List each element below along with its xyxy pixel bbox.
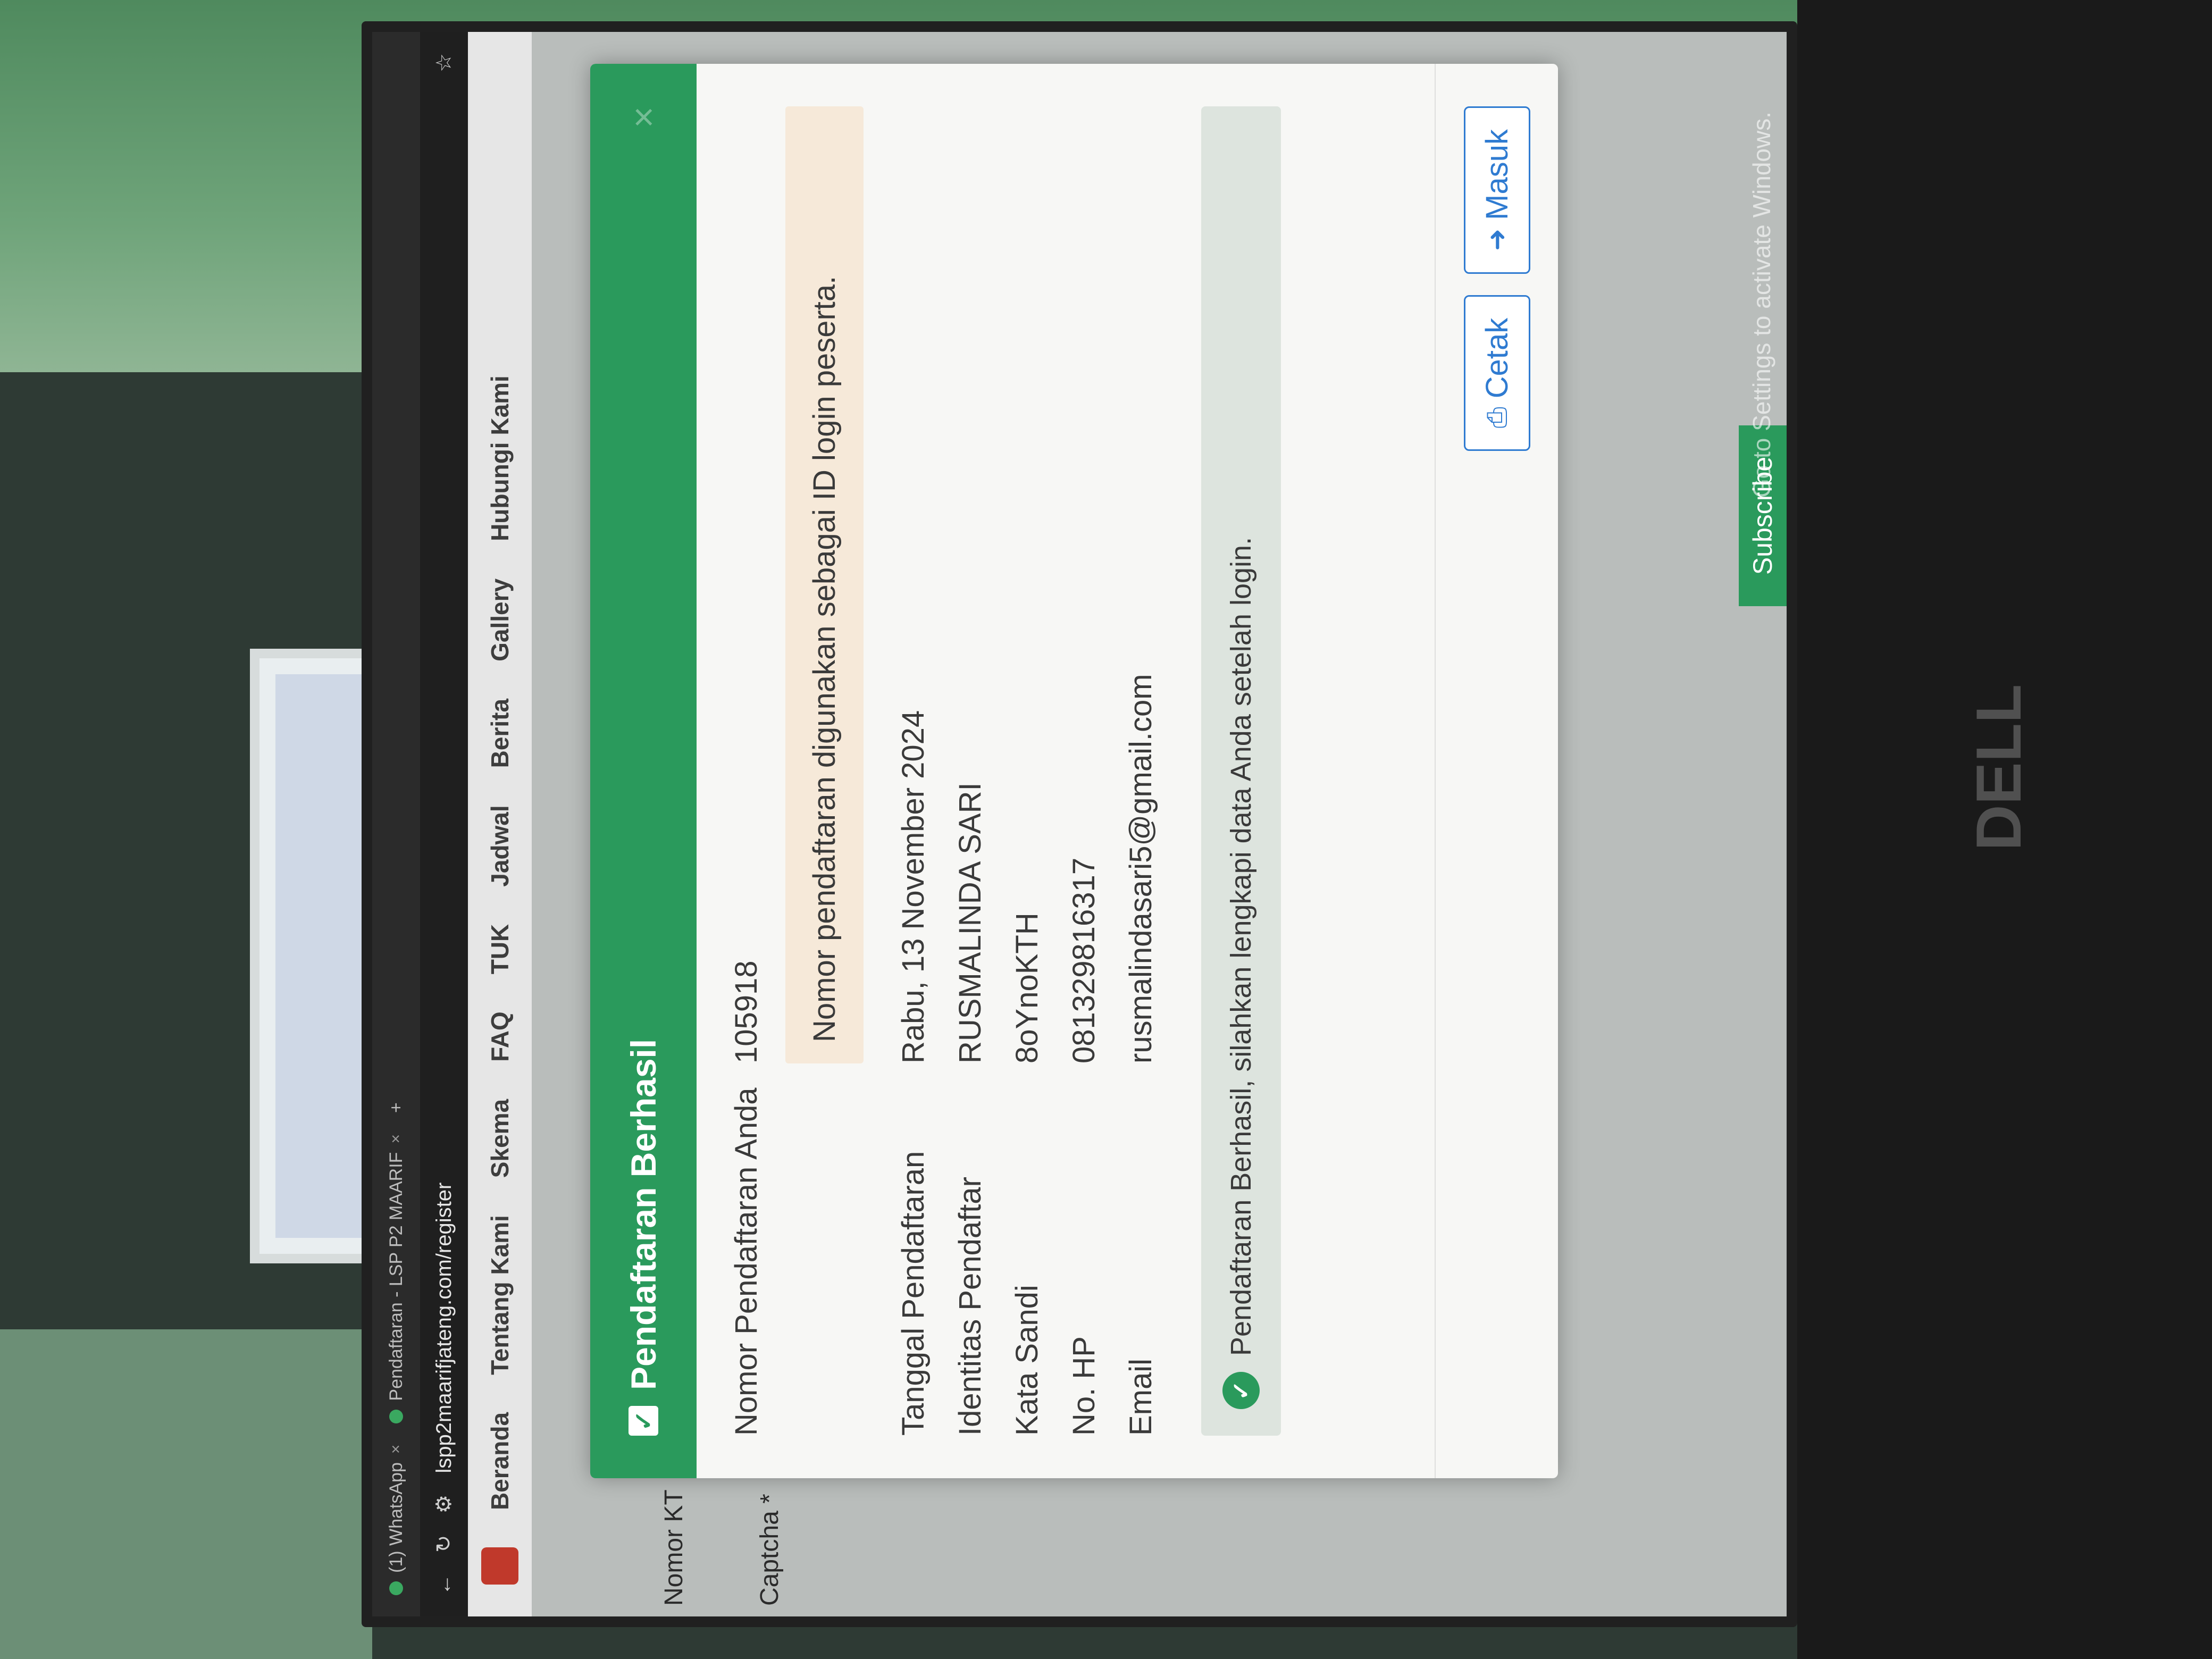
background-sill [0,1329,372,1659]
registration-success-modal: ✓ Pendaftaran Berhasil × Nomor Pendaftar… [590,64,1558,1478]
browser-screen: (1) WhatsApp × Pendaftaran - LSP P2 MAAR… [372,32,1787,1616]
row-value: 081329816317 [1067,857,1101,1063]
monitor-brand-logo: DELL [1963,684,2034,851]
nav-tuk[interactable]: TUK [485,924,514,975]
row-tanggal: Tanggal Pendaftaran Rabu, 13 November 20… [895,106,931,1436]
modal-header: ✓ Pendaftaran Berhasil × [590,64,697,1478]
row-value: 8oYnoKTH [1010,912,1044,1063]
tab-whatsapp-label: (1) WhatsApp [386,1462,406,1573]
tab-strip: (1) WhatsApp × Pendaftaran - LSP P2 MAAR… [372,32,420,1616]
star-icon[interactable]: ☆ [432,53,456,72]
print-button-label: Cetak [1479,317,1514,399]
success-text: Pendaftaran Berhasil, silahkan lengkapi … [1225,537,1257,1356]
success-alert: ✓ Pendaftaran Berhasil, silahkan lengkap… [1201,106,1281,1436]
label-nomor-ktp: Nomor KT [660,1489,688,1606]
address-bar-row: ← ↻ ⚙ lspp2maarifjateng.com/register ☆ [420,32,468,1616]
new-tab-icon[interactable]: + [386,1102,407,1113]
tab-whatsapp[interactable]: (1) WhatsApp × [386,1445,407,1595]
modal-footer: ⎙ Cetak ➜ Masuk [1435,64,1558,1478]
nav-beranda[interactable]: Beranda [485,1412,514,1510]
modal-title: Pendaftaran Berhasil [624,1038,663,1390]
nav-faq[interactable]: FAQ [485,1011,514,1062]
row-value: RUSMALINDA SARI [953,782,987,1063]
close-icon[interactable]: × [387,1134,405,1144]
tab-pendaftaran[interactable]: Pendaftaran - LSP P2 MAARIF × [386,1134,407,1423]
printer-icon: ⎙ [1481,407,1512,429]
modal-body: Nomor Pendaftaran Anda 105918 Nomor pend… [697,64,1159,1478]
back-icon[interactable]: ← [432,1574,456,1595]
url-field[interactable]: lspp2maarifjateng.com/register [432,1183,456,1473]
site-icon [389,1409,403,1423]
row-value: 105918 [729,960,764,1063]
nav-berita[interactable]: Berita [485,699,514,768]
row-nomor-pendaftaran: Nomor Pendaftaran Anda 105918 [728,106,764,1436]
row-value: Rabu, 13 November 2024 [896,710,931,1063]
row-identitas: Identitas Pendaftar RUSMALINDA SARI [952,106,988,1436]
nav-skema[interactable]: Skema [485,1099,514,1178]
nav-jadwal[interactable]: Jadwal [485,805,514,886]
close-icon[interactable]: × [387,1445,405,1454]
nav-gallery[interactable]: Gallery [485,579,514,661]
close-icon[interactable]: × [622,106,665,128]
row-key: No. HP [1067,1336,1101,1436]
row-value: rusmalindasari5@gmail.com [1124,674,1158,1063]
sign-in-icon: ➜ [1482,228,1512,251]
tab-pendaftaran-label: Pendaftaran - LSP P2 MAARIF [386,1152,406,1401]
nav-tentang-kami[interactable]: Tentang Kami [485,1215,514,1375]
site-logo[interactable] [481,1547,518,1585]
row-email: Email rusmalindasari5@gmail.com [1123,106,1159,1436]
row-key: Nomor Pendaftaran Anda [729,1087,764,1436]
print-button[interactable]: ⎙ Cetak [1463,295,1530,451]
reload-icon[interactable]: ↻ [432,1535,456,1553]
site-navbar: Beranda Tentang Kami Skema FAQ TUK Jadwa… [468,32,532,1616]
site-settings-icon[interactable]: ⚙ [432,1495,456,1514]
success-check-icon: ✓ [1222,1372,1260,1409]
nav-hubungi-kami[interactable]: Hubungi Kami [485,375,514,541]
row-key: Email [1124,1358,1158,1436]
activate-windows-watermark: Go to Settings to activate Windows. [1748,112,1775,498]
login-button[interactable]: ➜ Masuk [1463,106,1530,274]
monitor: (1) WhatsApp × Pendaftaran - LSP P2 MAAR… [362,21,1797,1627]
row-key: Identitas Pendaftar [953,1177,987,1436]
login-button-label: Masuk [1479,129,1514,220]
row-no-hp: No. HP 081329816317 [1066,106,1102,1436]
whatsapp-icon [389,1581,403,1595]
row-kata-sandi: Kata Sandi 8oYnoKTH [1009,106,1045,1436]
check-icon: ✓ [629,1406,658,1436]
label-captcha: Captcha * [756,1494,784,1606]
login-id-note: Nomor pendaftaran digunakan sebagai ID l… [785,106,864,1063]
row-key: Kata Sandi [1010,1285,1044,1436]
row-key: Tanggal Pendaftaran [896,1151,931,1436]
